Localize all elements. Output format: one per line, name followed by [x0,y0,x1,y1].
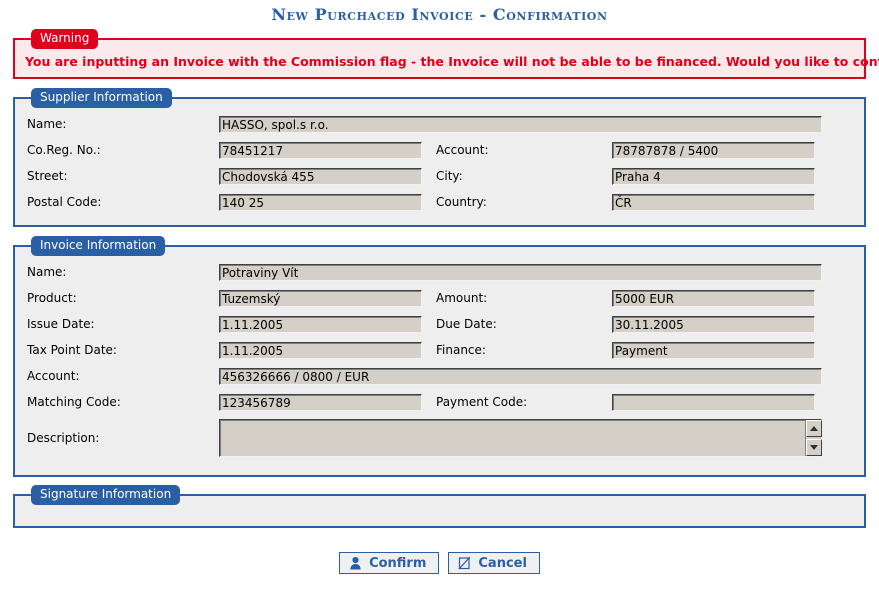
label-tax-point-date: Tax Point Date: [27,343,117,357]
field-country[interactable]: ČR [612,193,815,211]
field-postal-code[interactable]: 140 25 [219,193,422,211]
label-name: Name: [27,117,67,131]
form-row-issue-date: Issue Date: 1.11.2005 Due Date: 30.11.20… [15,311,864,337]
label-invoice-name: Name: [27,265,67,279]
form-row-supplier-postal: Postal Code: 140 25 Country: ČR [15,189,864,215]
invoice-fields: Name: Potraviny Vít Product: Tuzemský Am… [15,247,864,475]
label-product: Product: [27,291,77,305]
confirm-button-label: Confirm [369,555,427,571]
warning-panel: Warning You are inputting an Invoice wit… [13,29,879,79]
warning-legend: Warning [31,29,99,49]
form-row-tax-point-date: Tax Point Date: 1.11.2005 Finance: Payme… [15,337,864,363]
label-due-date: Due Date: [436,317,497,331]
description-scrollbar[interactable] [805,420,822,456]
cancel-button[interactable]: Cancel [448,552,540,574]
warning-message: You are inputting an Invoice with the Co… [25,54,879,69]
triangle-down-icon [810,445,818,450]
cancel-button-label: Cancel [478,555,527,571]
label-payment-code: Payment Code: [436,395,528,409]
supplier-information-legend: Supplier Information [31,88,172,108]
field-product[interactable]: Tuzemský [219,289,422,307]
confirm-button[interactable]: Confirm [339,552,440,574]
label-amount: Amount: [436,291,488,305]
form-row-supplier-name: Name: HASSO, spol.s r.o. [15,111,864,137]
form-row-invoice-name: Name: Potraviny Vít [15,259,864,285]
invoice-information-panel: Invoice Information Name: Potraviny Vít … [13,236,866,477]
scroll-up-button[interactable] [806,420,822,437]
field-supplier-name[interactable]: HASSO, spol.s r.o. [219,115,822,133]
signature-information-legend: Signature Information [31,485,181,505]
void-square-icon [458,556,471,570]
field-description[interactable] [219,419,822,457]
field-due-date[interactable]: 30.11.2005 [612,315,815,333]
field-invoice-account[interactable]: 456326666 / 0800 / EUR [219,367,822,385]
form-row-supplier-coreg: Co.Reg. No.: 78451217 Account: 78787878 … [15,137,864,163]
label-co-reg-no: Co.Reg. No.: [27,143,101,157]
field-finance[interactable]: Payment [612,341,815,359]
form-row-matching-code: Matching Code: 123456789 Payment Code: [15,389,864,415]
field-invoice-name[interactable]: Potraviny Vít [219,263,822,281]
label-postal-code: Postal Code: [27,195,102,209]
field-amount[interactable]: 5000 EUR [612,289,815,307]
field-payment-code[interactable] [612,393,815,411]
field-issue-date[interactable]: 1.11.2005 [219,315,422,333]
supplier-information-panel: Supplier Information Name: HASSO, spol.s… [13,88,866,227]
field-supplier-account[interactable]: 78787878 / 5400 [612,141,815,159]
field-co-reg-no[interactable]: 78451217 [219,141,422,159]
field-street[interactable]: Chodovská 455 [219,167,422,185]
label-city: City: [436,169,463,183]
label-description: Description: [27,431,100,445]
signature-information-panel: Signature Information [13,485,866,528]
supplier-fields: Name: HASSO, spol.s r.o. Co.Reg. No.: 78… [15,99,864,225]
scroll-down-button[interactable] [806,439,822,456]
field-tax-point-date[interactable]: 1.11.2005 [219,341,422,359]
label-issue-date: Issue Date: [27,317,95,331]
user-icon [350,556,361,570]
label-account: Account: [436,143,489,157]
page-title: New Purchaced Invoice - Confirmation [271,5,608,24]
label-invoice-account: Account: [27,369,80,383]
field-matching-code[interactable]: 123456789 [219,393,422,411]
label-finance: Finance: [436,343,486,357]
field-city[interactable]: Praha 4 [612,167,815,185]
label-matching-code: Matching Code: [27,395,121,409]
form-row-supplier-street: Street: Chodovská 455 City: Praha 4 [15,163,864,189]
invoice-information-legend: Invoice Information [31,236,166,256]
button-bar: Confirm Cancel [0,528,879,574]
form-row-description: Description: [15,419,864,465]
form-row-product: Product: Tuzemský Amount: 5000 EUR [15,285,864,311]
triangle-up-icon [810,426,818,431]
label-country: Country: [436,195,487,209]
form-row-invoice-account: Account: 456326666 / 0800 / EUR [15,363,864,389]
label-street: Street: [27,169,68,183]
